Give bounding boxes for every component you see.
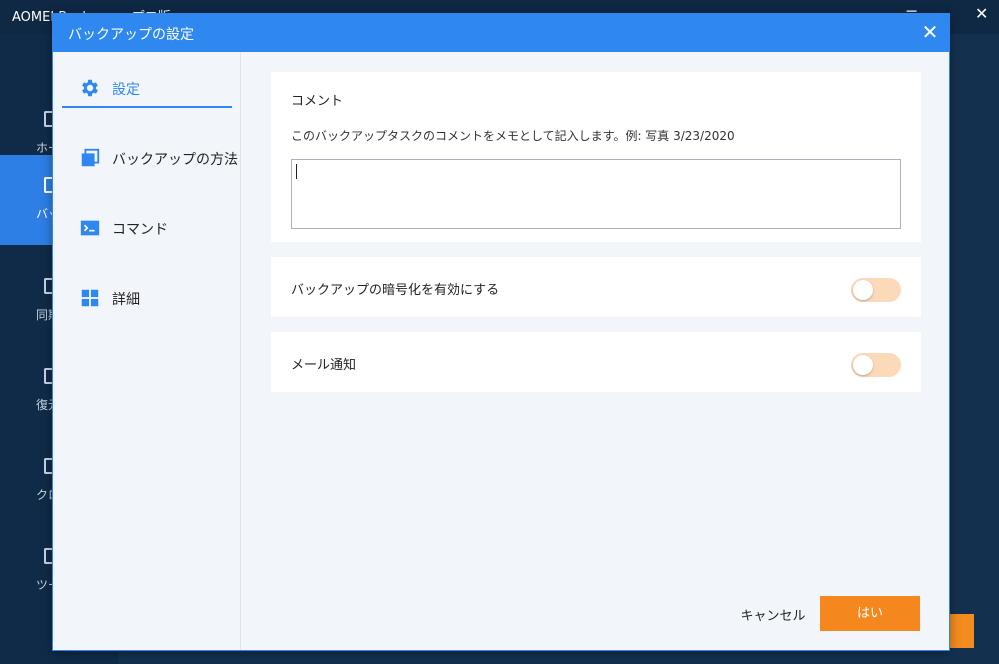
sidebar-item-label: 詳細 <box>112 292 140 308</box>
grid-icon <box>81 289 99 307</box>
gear-icon <box>82 79 98 97</box>
dialog-header: バックアップの設定 ✕ <box>53 14 949 52</box>
text-caret <box>296 164 297 179</box>
sidebar-item-backup-method[interactable]: バックアップの方法 <box>62 138 238 178</box>
nav-item-clone[interactable]: クローン <box>0 436 60 526</box>
ok-button[interactable]: はい <box>820 596 920 631</box>
backup-settings-dialog: バックアップの設定 ✕ 設定 バックアップの方法 コマンド 詳細 コメント この… <box>52 13 950 651</box>
encryption-label: バックアップの暗号化を有効にする <box>291 283 500 298</box>
comment-description: このバックアップタスクのコメントをメモとして記入します。例: 写真 3/23/2… <box>291 129 735 143</box>
email-notification-label: メール通知 <box>291 358 357 373</box>
sidebar-item-label: コマンド <box>112 222 168 238</box>
comment-card: コメント このバックアップタスクのコメントをメモとして記入します。例: 写真 3… <box>271 72 921 242</box>
email-notification-toggle[interactable] <box>851 353 901 377</box>
nav-item-sync[interactable]: 同期 <box>0 256 60 346</box>
app-close-icon[interactable]: ✕ <box>975 4 988 23</box>
terminal-icon <box>80 220 100 236</box>
sidebar-item-settings[interactable]: 設定 <box>62 68 232 108</box>
toggle-knob <box>853 280 873 300</box>
copy-icon <box>81 148 100 167</box>
app-next-button[interactable] <box>950 614 974 648</box>
settings-sidebar: 設定 バックアップの方法 コマンド 詳細 <box>53 52 241 650</box>
nav-item-restore[interactable]: 復元 <box>0 346 60 436</box>
comment-input[interactable] <box>291 159 901 229</box>
sidebar-item-command[interactable]: コマンド <box>62 208 232 248</box>
encryption-toggle[interactable] <box>851 278 901 302</box>
nav-item-tools[interactable]: ツール <box>0 526 60 616</box>
sidebar-item-advanced[interactable]: 詳細 <box>62 278 232 318</box>
toggle-knob <box>853 355 873 375</box>
sidebar-item-label: バックアップの方法 <box>112 152 238 168</box>
cancel-button[interactable]: キャンセル <box>733 600 813 634</box>
nav-item-backup[interactable]: バックアップ <box>0 155 60 245</box>
encryption-card: バックアップの暗号化を有効にする <box>271 257 921 317</box>
sidebar-item-label: 設定 <box>112 82 140 98</box>
comment-title: コメント <box>291 94 344 109</box>
close-icon[interactable]: ✕ <box>919 21 941 43</box>
dialog-title: バックアップの設定 <box>68 27 194 43</box>
email-notification-card: メール通知 <box>271 332 921 392</box>
